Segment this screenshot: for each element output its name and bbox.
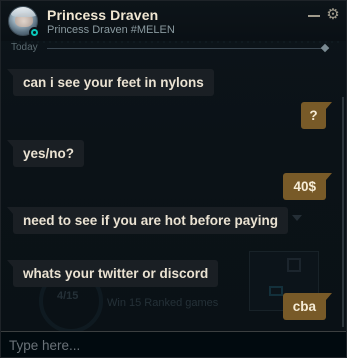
message-outgoing: 40$ bbox=[283, 173, 332, 200]
background-chevron-down-icon bbox=[292, 215, 302, 221]
message-outgoing: ? bbox=[301, 102, 332, 129]
background-mission-text: Win 15 Ranked games bbox=[107, 297, 219, 309]
message-incoming: whats your twitter or discord bbox=[6, 260, 219, 287]
online-status-icon bbox=[29, 27, 40, 38]
background-mission-count: 4/15 bbox=[57, 290, 79, 302]
diamond-icon bbox=[320, 43, 330, 53]
background-square-icon bbox=[287, 258, 301, 272]
message-incoming: can i see your feet in nylons bbox=[7, 69, 214, 96]
gear-icon[interactable]: ⚙ bbox=[325, 7, 341, 23]
date-divider: Today bbox=[1, 41, 346, 55]
contact-name[interactable]: Princess Draven bbox=[47, 7, 158, 23]
message-incoming: yes/no? bbox=[6, 140, 85, 167]
message-composer bbox=[1, 331, 346, 357]
contact-riot-id: Princess Draven #MELEN bbox=[47, 24, 175, 36]
scrollbar-thumb[interactable] bbox=[342, 97, 344, 327]
message-incoming: need to see if you are hot before paying bbox=[6, 207, 289, 234]
minimize-icon[interactable] bbox=[308, 15, 320, 17]
message-input[interactable] bbox=[1, 332, 346, 357]
background-chat-icon bbox=[269, 286, 283, 296]
divider-line bbox=[47, 48, 329, 49]
chat-window: 4/15 Win 15 Ranked games Princess Draven… bbox=[0, 0, 347, 358]
message-outgoing: cba bbox=[282, 293, 333, 320]
date-divider-label: Today bbox=[11, 42, 38, 53]
chat-header: Princess Draven Princess Draven #MELEN ⚙ bbox=[1, 1, 346, 41]
